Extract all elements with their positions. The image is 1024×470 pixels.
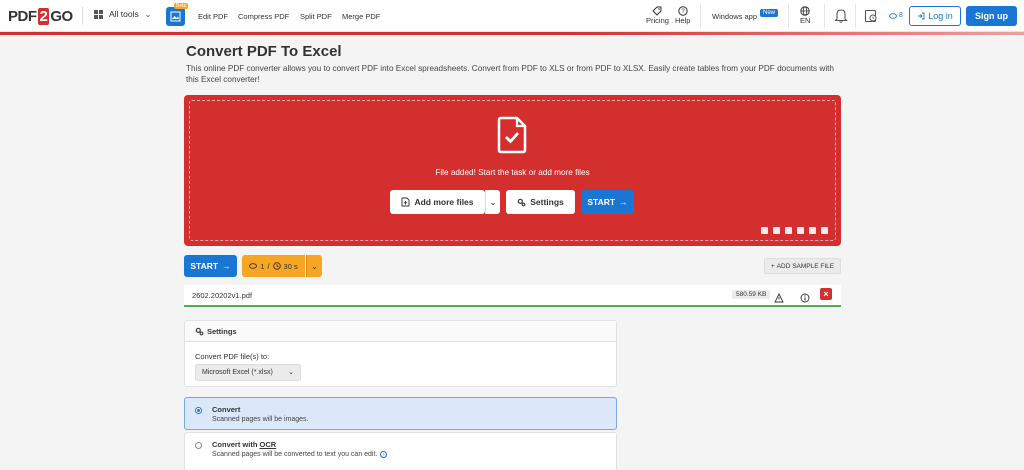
credit-dropdown-button[interactable]: ⌄ [306,255,322,277]
clock-icon [272,262,281,270]
chevron-down-icon: ⌄ [144,9,152,19]
warning-icon[interactable] [774,290,784,303]
gears-icon [195,327,204,335]
clipboard-icon[interactable] [821,227,828,234]
radio-convert-ocr[interactable] [195,442,202,449]
nav-split-pdf[interactable]: Split PDF [300,12,332,21]
language-selector[interactable]: EN [800,6,810,25]
add-more-files-button[interactable]: Add more files [390,190,485,214]
gears-icon [517,198,526,206]
nav-merge-pdf[interactable]: Merge PDF [342,12,380,21]
file-name: 2602.20202v1.pdf [192,291,253,300]
info-icon[interactable] [800,290,810,303]
windows-app-link[interactable]: Windows app [712,12,757,21]
dropbox-icon[interactable] [809,227,816,234]
tag-icon [652,6,662,16]
pdf2go-logo[interactable]: PDF 2 GO [8,8,73,25]
file-list-item: 2602.20202v1.pdf 580.59 KB × [184,285,841,307]
folder-icon[interactable] [761,227,768,234]
upload-status-text: File added! Start the task or add more f… [435,168,590,177]
new-badge: New [760,9,779,17]
globe-icon [800,6,810,16]
image-tool-button[interactable] [166,7,185,26]
start-button-dropzone[interactable]: START → [581,190,634,214]
image-icon [170,11,181,22]
chevron-down-icon: ⌄ [311,261,318,271]
credit-cost-pill[interactable]: 1 / 30 s [242,255,305,277]
coins-icon [889,12,897,19]
login-icon [918,12,925,20]
add-more-dropdown-button[interactable]: ⌄ [485,190,500,214]
file-plus-icon [402,197,410,207]
radio-convert[interactable] [195,407,202,414]
all-tools-menu[interactable]: All tools ⌄ [94,9,151,19]
beta-badge: Beta [174,3,189,9]
coins-icon [249,263,258,269]
login-button[interactable]: Log in [909,6,961,26]
bell-icon[interactable] [834,8,848,28]
history-icon[interactable] [864,8,878,28]
file-size-badge: 580.59 KB [732,290,771,299]
file-check-icon [496,116,528,159]
cloud-source-icons [761,227,828,234]
all-tools-label: All tools [109,9,139,19]
settings-panel: Settings Convert PDF file(s) to: Microso… [184,320,617,387]
help-link[interactable]: ? Help [675,6,690,25]
output-format-select[interactable]: Microsoft Excel (*.xlsx) ⌄ [195,364,301,381]
header-accent-line [0,32,1024,35]
settings-button[interactable]: Settings [506,190,575,214]
chevron-down-icon: ⌄ [489,197,497,207]
chevron-down-icon: ⌄ [288,369,294,376]
page-title: Convert PDF To Excel [186,43,342,60]
arrow-right-icon: → [222,261,231,271]
arrow-right-icon: → [619,197,628,207]
pricing-link[interactable]: Pricing [646,6,669,25]
file-dropzone[interactable]: File added! Start the task or add more f… [184,95,841,246]
google-drive-icon[interactable] [785,227,792,234]
option-convert[interactable]: Convert Scanned pages will be images. [184,397,617,430]
credits-indicator[interactable]: 8 [889,12,903,19]
nav-compress-pdf[interactable]: Compress PDF [238,12,289,21]
start-button[interactable]: START → [184,255,237,277]
nav-edit-pdf[interactable]: Edit PDF [198,12,228,21]
page-description: This online PDF converter allows you to … [186,64,834,84]
option-convert-ocr[interactable]: Convert with OCR Scanned pages will be c… [184,432,617,470]
plus-icon: + [770,262,775,270]
onedrive-icon[interactable] [797,227,804,234]
divider [82,7,83,25]
help-icon: ? [678,6,688,16]
convert-to-label: Convert PDF file(s) to: [195,352,270,361]
top-nav: PDF 2 GO All tools ⌄ Beta Edit PDF Compres… [0,0,1024,32]
signup-button[interactable]: Sign up [966,6,1017,26]
settings-header: Settings [185,321,616,342]
delete-file-button[interactable]: × [820,288,832,300]
add-sample-file-button[interactable]: + ADD SAMPLE FILE [764,258,841,274]
link-icon[interactable] [773,227,780,234]
info-icon[interactable]: i [380,451,388,458]
grid-icon [94,9,103,19]
